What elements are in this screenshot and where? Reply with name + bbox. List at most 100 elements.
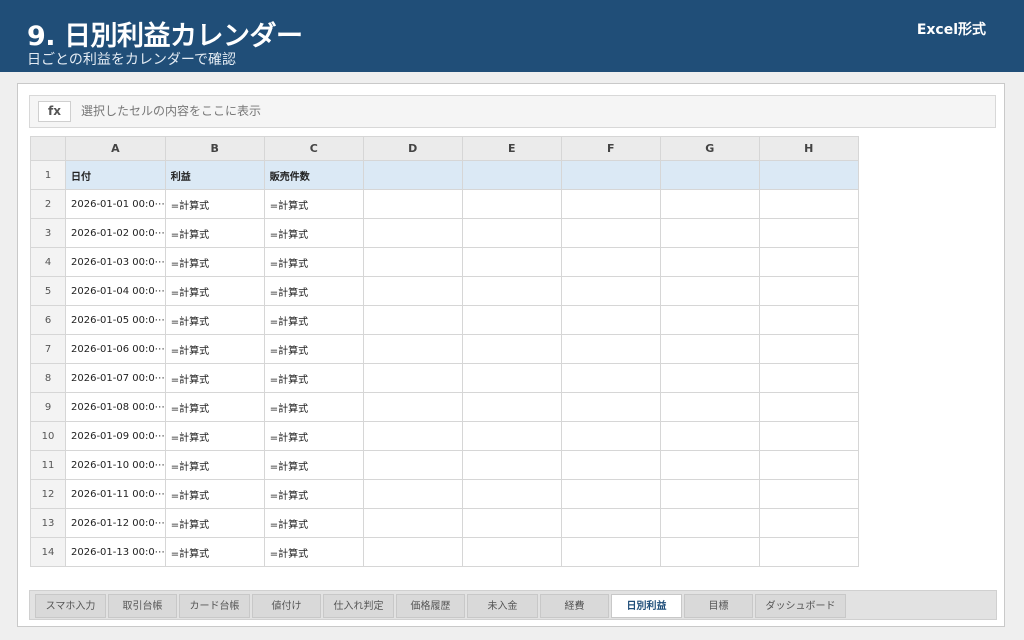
cell[interactable]: =計算式 <box>263 334 364 364</box>
column-header[interactable]: D <box>362 136 463 161</box>
cell[interactable]: =計算式 <box>164 247 265 277</box>
cell[interactable]: 2026-01-08 00:0⋯ <box>65 392 166 422</box>
cell[interactable]: =計算式 <box>164 421 265 451</box>
select-all-corner[interactable] <box>30 136 66 161</box>
column-header[interactable]: E <box>461 136 562 161</box>
row-number[interactable]: 5 <box>30 276 66 306</box>
cell[interactable]: 2026-01-05 00:0⋯ <box>65 305 166 335</box>
cell[interactable] <box>659 334 760 364</box>
sheet-tab[interactable]: 未入金 <box>467 594 538 618</box>
cell[interactable]: 2026-01-04 00:0⋯ <box>65 276 166 306</box>
cell[interactable] <box>758 218 859 248</box>
sheet-tab[interactable]: 仕入れ判定 <box>323 594 394 618</box>
cell[interactable] <box>461 247 562 277</box>
cell[interactable] <box>560 421 661 451</box>
cell[interactable] <box>461 363 562 393</box>
cell[interactable] <box>758 508 859 538</box>
formula-bar[interactable]: fx 選択したセルの内容をここに表示 <box>29 95 996 128</box>
cell[interactable] <box>659 392 760 422</box>
cell[interactable] <box>659 305 760 335</box>
cell[interactable] <box>362 218 463 248</box>
cell[interactable]: 利益 <box>164 160 265 190</box>
cell[interactable]: 2026-01-13 00:0⋯ <box>65 537 166 567</box>
cell[interactable]: 2026-01-12 00:0⋯ <box>65 508 166 538</box>
cell[interactable] <box>758 392 859 422</box>
cell[interactable] <box>461 450 562 480</box>
row-number[interactable]: 3 <box>30 218 66 248</box>
cell[interactable] <box>758 421 859 451</box>
cell[interactable]: 2026-01-10 00:0⋯ <box>65 450 166 480</box>
cell[interactable]: 2026-01-07 00:0⋯ <box>65 363 166 393</box>
cell[interactable]: =計算式 <box>263 189 364 219</box>
cell[interactable] <box>560 537 661 567</box>
row-number[interactable]: 7 <box>30 334 66 364</box>
cell[interactable]: 2026-01-06 00:0⋯ <box>65 334 166 364</box>
sheet-tab[interactable]: 取引台帳 <box>108 594 177 618</box>
cell[interactable] <box>362 363 463 393</box>
cell[interactable] <box>362 305 463 335</box>
cell[interactable] <box>758 305 859 335</box>
cell[interactable] <box>659 479 760 509</box>
cell[interactable]: =計算式 <box>164 363 265 393</box>
cell[interactable]: =計算式 <box>263 508 364 538</box>
cell[interactable]: =計算式 <box>164 189 265 219</box>
row-number[interactable]: 12 <box>30 479 66 509</box>
cell[interactable] <box>461 392 562 422</box>
column-header[interactable]: H <box>758 136 859 161</box>
cell[interactable]: =計算式 <box>164 508 265 538</box>
cell[interactable] <box>659 508 760 538</box>
cell[interactable] <box>362 421 463 451</box>
cell[interactable]: =計算式 <box>164 450 265 480</box>
cell[interactable]: =計算式 <box>263 276 364 306</box>
cell[interactable] <box>560 218 661 248</box>
row-number[interactable]: 9 <box>30 392 66 422</box>
cell[interactable]: =計算式 <box>164 479 265 509</box>
cell[interactable] <box>659 450 760 480</box>
cell[interactable] <box>659 276 760 306</box>
cell[interactable] <box>659 537 760 567</box>
cell[interactable] <box>461 160 562 190</box>
sheet-tab[interactable]: 日別利益 <box>611 594 682 618</box>
sheet-tab[interactable]: 経費 <box>540 594 609 618</box>
cell[interactable]: =計算式 <box>263 479 364 509</box>
cell[interactable] <box>461 276 562 306</box>
cell[interactable] <box>758 479 859 509</box>
sheet-tab[interactable]: 価格履歴 <box>396 594 465 618</box>
sheet-tab[interactable]: 値付け <box>252 594 321 618</box>
cell[interactable] <box>560 479 661 509</box>
fx-icon[interactable]: fx <box>38 101 71 122</box>
column-header[interactable]: A <box>65 136 166 161</box>
cell[interactable]: =計算式 <box>164 334 265 364</box>
column-header[interactable]: C <box>263 136 364 161</box>
cell[interactable]: =計算式 <box>263 450 364 480</box>
row-number[interactable]: 10 <box>30 421 66 451</box>
cell[interactable] <box>758 363 859 393</box>
cell[interactable]: =計算式 <box>263 247 364 277</box>
cell[interactable]: 2026-01-09 00:0⋯ <box>65 421 166 451</box>
cell[interactable] <box>560 189 661 219</box>
row-number[interactable]: 8 <box>30 363 66 393</box>
cell[interactable] <box>758 334 859 364</box>
cell[interactable]: =計算式 <box>263 392 364 422</box>
row-number[interactable]: 4 <box>30 247 66 277</box>
cell[interactable] <box>461 218 562 248</box>
cell[interactable]: =計算式 <box>164 392 265 422</box>
cell[interactable] <box>659 363 760 393</box>
cell[interactable] <box>758 189 859 219</box>
cell[interactable] <box>560 392 661 422</box>
cell[interactable]: =計算式 <box>263 363 364 393</box>
cell[interactable] <box>560 305 661 335</box>
row-number[interactable]: 14 <box>30 537 66 567</box>
cell[interactable] <box>560 363 661 393</box>
cell[interactable] <box>461 334 562 364</box>
cell[interactable] <box>461 508 562 538</box>
cell[interactable] <box>758 160 859 190</box>
cell[interactable]: =計算式 <box>164 218 265 248</box>
cell[interactable]: =計算式 <box>164 276 265 306</box>
cell[interactable] <box>758 450 859 480</box>
cell[interactable] <box>758 537 859 567</box>
cell[interactable] <box>560 160 661 190</box>
cell[interactable] <box>362 247 463 277</box>
row-number[interactable]: 2 <box>30 189 66 219</box>
cell[interactable] <box>461 421 562 451</box>
